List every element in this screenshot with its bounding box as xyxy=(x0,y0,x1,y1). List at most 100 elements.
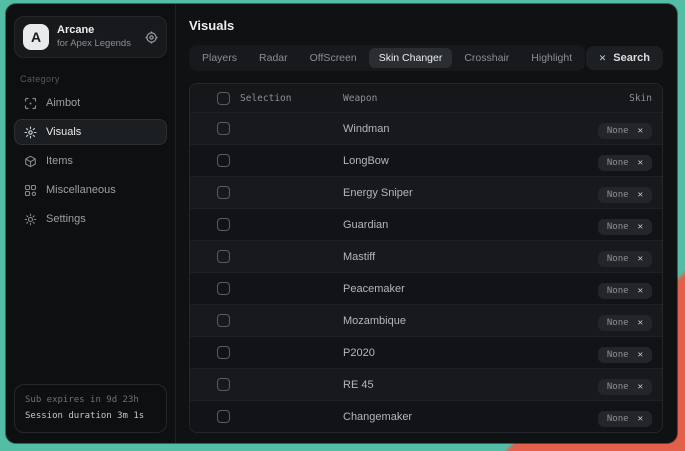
row-checkbox[interactable] xyxy=(217,282,230,295)
search-icon: ✕ xyxy=(599,54,607,63)
page-title: Visuals xyxy=(189,18,663,33)
clear-skin-icon[interactable]: ✕ xyxy=(638,159,643,168)
weapon-name: P2020 xyxy=(343,347,598,359)
header-selection: Selection xyxy=(230,93,343,104)
weapon-name: Windman xyxy=(343,123,598,135)
clear-skin-icon[interactable]: ✕ xyxy=(638,191,643,200)
table-row: Mozambique None ✕ xyxy=(190,304,662,336)
tab-crosshair[interactable]: Crosshair xyxy=(454,48,519,68)
weapon-name: LongBow xyxy=(343,155,598,167)
skin-value: None xyxy=(607,286,629,296)
sidebar: A Arcane for Apex Legends Category Aimbo… xyxy=(6,4,176,443)
brand-logo: A xyxy=(23,24,49,50)
tab-skin-changer[interactable]: Skin Changer xyxy=(369,48,453,68)
table-row: Mastiff None ✕ xyxy=(190,240,662,272)
session-box: Sub expires in 9d 23h Session duration 3… xyxy=(14,384,167,433)
sidebar-item-miscellaneous[interactable]: Miscellaneous xyxy=(14,177,167,203)
clear-skin-icon[interactable]: ✕ xyxy=(638,223,643,232)
tab-bar: PlayersRadarOffScreenSkin ChangerCrossha… xyxy=(189,45,585,71)
row-checkbox[interactable] xyxy=(217,346,230,359)
skin-value: None xyxy=(607,222,629,232)
brand-title: Arcane xyxy=(57,24,137,38)
eye-icon xyxy=(24,126,37,139)
skin-select-badge[interactable]: None ✕ xyxy=(598,315,652,331)
table-row: Energy SniperNone✕ xyxy=(190,176,662,208)
skin-select-badge[interactable]: None ✕ xyxy=(598,283,652,299)
weapon-name: Mastiff xyxy=(343,251,598,263)
sidebar-item-aimbot[interactable]: Aimbot xyxy=(14,90,167,116)
sidebar-item-settings[interactable]: Settings xyxy=(14,206,167,232)
skin-select-badge[interactable]: None ✕ xyxy=(598,123,652,139)
sidebar-nav: Aimbot Visuals Items Miscellaneous Settings xyxy=(6,90,175,232)
table-row: P2020None✕ xyxy=(190,336,662,368)
cube-icon xyxy=(24,155,37,168)
clear-skin-icon[interactable]: ✕ xyxy=(638,415,643,424)
clear-skin-icon[interactable]: ✕ xyxy=(638,287,643,296)
clear-skin-icon[interactable]: ✕ xyxy=(638,127,643,136)
clear-skin-icon[interactable]: ✕ xyxy=(638,383,643,392)
clear-skin-icon[interactable]: ✕ xyxy=(638,351,643,360)
row-checkbox[interactable] xyxy=(217,122,230,135)
crosshair-icon xyxy=(24,97,37,110)
skin-value: None xyxy=(607,254,629,264)
skin-value: None xyxy=(607,126,629,136)
table-header-row: Selection Weapon Skin xyxy=(190,84,662,112)
category-label: Category xyxy=(20,74,175,84)
search-button-label: Search xyxy=(613,52,650,64)
header-skin: Skin xyxy=(629,93,652,104)
sidebar-item-label: Settings xyxy=(46,213,86,225)
weapon-name: Guardian xyxy=(343,219,598,231)
toolbar: PlayersRadarOffScreenSkin ChangerCrossha… xyxy=(189,45,663,71)
table-row: Peacemaker None ✕ xyxy=(190,272,662,304)
skin-select-badge[interactable]: None✕ xyxy=(598,347,652,363)
weapon-name: RE 45 xyxy=(343,379,598,391)
weapon-name: Mozambique xyxy=(343,315,598,327)
brand-subtitle: for Apex Legends xyxy=(57,38,137,50)
app-window: A Arcane for Apex Legends Category Aimbo… xyxy=(6,4,677,443)
tab-radar[interactable]: Radar xyxy=(249,48,298,68)
main-panel: Visuals PlayersRadarOffScreenSkin Change… xyxy=(176,4,677,443)
row-checkbox[interactable] xyxy=(217,154,230,167)
skin-select-badge[interactable]: None ✕ xyxy=(598,251,652,267)
skin-select-badge[interactable]: None ✕ xyxy=(598,411,652,427)
row-checkbox[interactable] xyxy=(217,186,230,199)
clear-skin-icon[interactable]: ✕ xyxy=(638,255,643,264)
weapon-name: Energy Sniper xyxy=(343,187,598,199)
row-checkbox[interactable] xyxy=(217,410,230,423)
sidebar-item-label: Miscellaneous xyxy=(46,184,116,196)
sidebar-item-visuals[interactable]: Visuals xyxy=(14,119,167,145)
skin-select-badge[interactable]: None✕ xyxy=(598,379,652,395)
skin-select-badge[interactable]: None ✕ xyxy=(598,219,652,235)
row-checkbox[interactable] xyxy=(217,314,230,327)
skin-table: Selection Weapon Skin Windman None ✕ LongBo… xyxy=(189,83,663,433)
weapon-name: Changemaker xyxy=(343,411,598,423)
table-row: Windman None ✕ xyxy=(190,112,662,144)
select-all-checkbox[interactable] xyxy=(217,92,230,105)
brand-card: A Arcane for Apex Legends xyxy=(14,16,167,58)
skin-select-badge[interactable]: None ✕ xyxy=(598,155,652,171)
row-checkbox[interactable] xyxy=(217,378,230,391)
sidebar-item-items[interactable]: Items xyxy=(14,148,167,174)
skin-value: None xyxy=(607,158,629,168)
skin-select-badge[interactable]: None✕ xyxy=(598,187,652,203)
target-icon[interactable] xyxy=(145,31,158,44)
skin-value: None xyxy=(607,414,629,424)
table-row: Guardian None ✕ xyxy=(190,208,662,240)
table-row: RE 45None✕ xyxy=(190,368,662,400)
header-weapon: Weapon xyxy=(343,93,629,104)
search-button[interactable]: ✕ Search xyxy=(586,46,663,70)
sidebar-item-label: Visuals xyxy=(46,126,81,138)
gear-icon xyxy=(24,213,37,226)
table-row: LongBow None ✕ xyxy=(190,144,662,176)
sidebar-item-label: Aimbot xyxy=(46,97,80,109)
tab-highlight[interactable]: Highlight xyxy=(521,48,582,68)
tab-players[interactable]: Players xyxy=(192,48,247,68)
row-checkbox[interactable] xyxy=(217,250,230,263)
row-checkbox[interactable] xyxy=(217,218,230,231)
sidebar-item-label: Items xyxy=(46,155,73,167)
skin-value: None xyxy=(607,318,629,328)
clear-skin-icon[interactable]: ✕ xyxy=(638,319,643,328)
weapon-name: Peacemaker xyxy=(343,283,598,295)
tab-offscreen[interactable]: OffScreen xyxy=(300,48,367,68)
table-row: Changemaker None ✕ xyxy=(190,400,662,432)
